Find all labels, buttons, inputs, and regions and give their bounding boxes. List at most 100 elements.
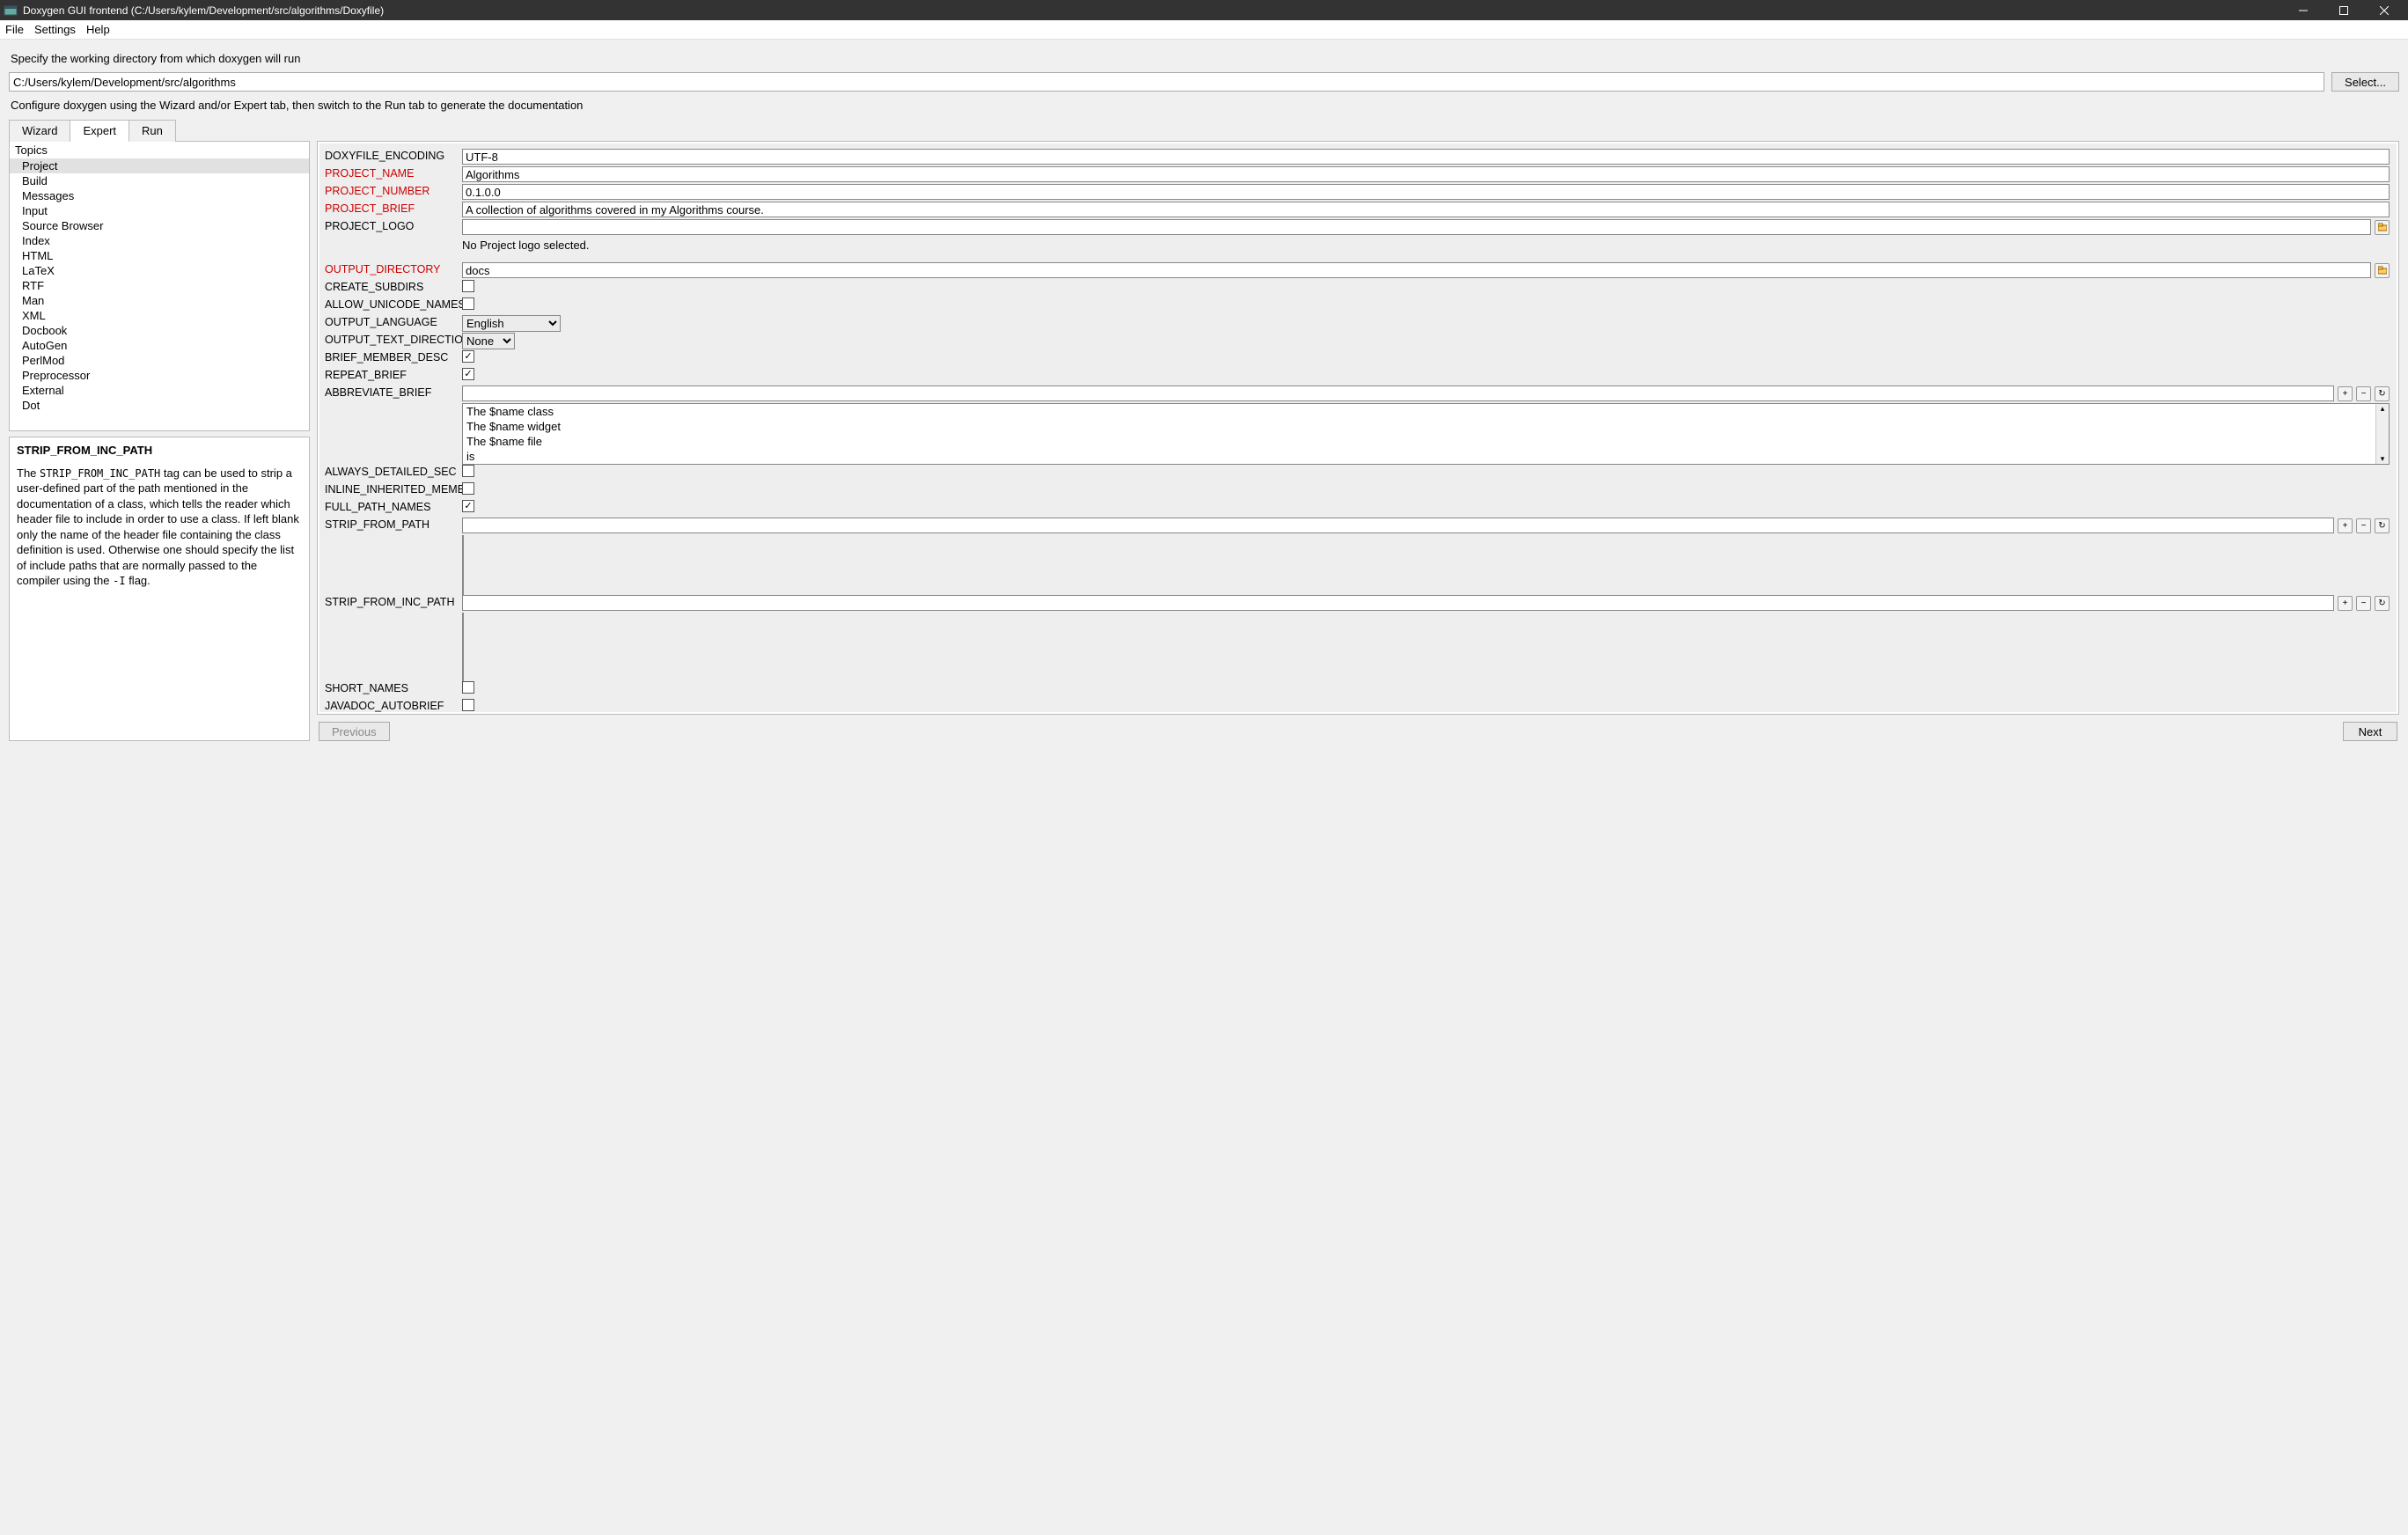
topics-item-latex[interactable]: LaTeX bbox=[10, 263, 309, 278]
minimize-button[interactable] bbox=[2283, 0, 2324, 20]
label-project-brief: PROJECT_BRIEF bbox=[325, 202, 462, 215]
topics-header: Topics bbox=[10, 142, 309, 158]
checkbox-full-path-names[interactable] bbox=[462, 500, 474, 512]
add-strip-path-button[interactable]: + bbox=[2338, 518, 2353, 533]
refresh-strip-inc-button[interactable]: ↻ bbox=[2375, 596, 2390, 611]
add-abbreviate-button[interactable]: + bbox=[2338, 386, 2353, 401]
topics-item-build[interactable]: Build bbox=[10, 173, 309, 188]
listbox-scrollbar[interactable]: ▴▾ bbox=[2375, 404, 2389, 464]
topics-item-xml[interactable]: XML bbox=[10, 308, 309, 323]
checkbox-repeat-brief[interactable] bbox=[462, 368, 474, 380]
label-project-logo: PROJECT_LOGO bbox=[325, 219, 462, 232]
select-output-text-direction[interactable]: None bbox=[462, 333, 515, 349]
checkbox-brief-member-desc[interactable] bbox=[462, 350, 474, 363]
previous-button[interactable]: Previous bbox=[319, 722, 390, 741]
tab-expert[interactable]: Expert bbox=[70, 120, 129, 142]
input-strip-from-path[interactable] bbox=[462, 518, 2334, 533]
input-project-brief[interactable] bbox=[462, 202, 2390, 217]
label-repeat-brief: REPEAT_BRIEF bbox=[325, 368, 462, 381]
tab-wizard[interactable]: Wizard bbox=[9, 120, 70, 142]
listbox-strip-from-path[interactable] bbox=[462, 535, 464, 595]
refresh-strip-path-button[interactable]: ↻ bbox=[2375, 518, 2390, 533]
label-strip-from-path: STRIP_FROM_PATH bbox=[325, 518, 462, 531]
label-abbreviate-brief: ABBREVIATE_BRIEF bbox=[325, 386, 462, 399]
input-project-logo[interactable] bbox=[462, 219, 2371, 235]
list-item[interactable]: The $name widget bbox=[463, 419, 2389, 434]
input-strip-from-inc-path[interactable] bbox=[462, 595, 2334, 611]
workdir-input[interactable] bbox=[9, 72, 2324, 92]
topics-item-docbook[interactable]: Docbook bbox=[10, 323, 309, 338]
topics-item-autogen[interactable]: AutoGen bbox=[10, 338, 309, 353]
workdir-instruction: Specify the working directory from which… bbox=[11, 52, 2397, 65]
select-workdir-button[interactable]: Select... bbox=[2331, 72, 2399, 92]
menu-file[interactable]: File bbox=[5, 23, 24, 36]
app-icon bbox=[4, 4, 18, 18]
topics-item-preprocessor[interactable]: Preprocessor bbox=[10, 368, 309, 383]
label-inline-inherited-memb: INLINE_INHERITED_MEMB bbox=[325, 482, 462, 496]
label-short-names: SHORT_NAMES bbox=[325, 681, 462, 694]
listbox-abbreviate-brief[interactable]: The $name class The $name widget The $na… bbox=[462, 403, 2390, 465]
remove-strip-path-button[interactable]: − bbox=[2356, 518, 2371, 533]
browse-logo-button[interactable] bbox=[2375, 220, 2390, 235]
remove-abbreviate-button[interactable]: − bbox=[2356, 386, 2371, 401]
close-button[interactable] bbox=[2364, 0, 2404, 20]
checkbox-short-names[interactable] bbox=[462, 681, 474, 694]
topics-item-html[interactable]: HTML bbox=[10, 248, 309, 263]
window-titlebar: Doxygen GUI frontend (C:/Users/kylem/Dev… bbox=[0, 0, 2408, 20]
checkbox-create-subdirs[interactable] bbox=[462, 280, 474, 292]
tab-bar: Wizard Expert Run bbox=[9, 119, 2399, 141]
settings-panel: DOXYFILE_ENCODING PROJECT_NAME PROJECT_N… bbox=[317, 141, 2399, 715]
label-output-text-direction: OUTPUT_TEXT_DIRECTION bbox=[325, 333, 462, 346]
listbox-strip-from-inc-path[interactable] bbox=[462, 613, 464, 681]
topics-item-perlmod[interactable]: PerlMod bbox=[10, 353, 309, 368]
maximize-button[interactable] bbox=[2324, 0, 2364, 20]
input-project-name[interactable] bbox=[462, 166, 2390, 182]
checkbox-javadoc-autobrief[interactable] bbox=[462, 699, 474, 711]
next-button[interactable]: Next bbox=[2343, 722, 2397, 741]
input-project-number[interactable] bbox=[462, 184, 2390, 200]
tab-run[interactable]: Run bbox=[129, 120, 176, 142]
topics-item-messages[interactable]: Messages bbox=[10, 188, 309, 203]
label-strip-from-inc-path: STRIP_FROM_INC_PATH bbox=[325, 595, 462, 608]
topics-item-index[interactable]: Index bbox=[10, 233, 309, 248]
add-strip-inc-button[interactable]: + bbox=[2338, 596, 2353, 611]
remove-strip-inc-button[interactable]: − bbox=[2356, 596, 2371, 611]
menu-help[interactable]: Help bbox=[86, 23, 110, 36]
topics-item-rtf[interactable]: RTF bbox=[10, 278, 309, 293]
list-item[interactable]: The $name class bbox=[463, 404, 2389, 419]
topics-item-man[interactable]: Man bbox=[10, 293, 309, 308]
browse-output-button[interactable] bbox=[2375, 263, 2390, 278]
label-always-detailed-sec: ALWAYS_DETAILED_SEC bbox=[325, 465, 462, 478]
topics-item-input[interactable]: Input bbox=[10, 203, 309, 218]
topics-panel: Topics ProjectBuildMessagesInputSource B… bbox=[9, 141, 310, 431]
help-body: The STRIP_FROM_INC_PATH tag can be used … bbox=[17, 466, 302, 589]
checkbox-inline-inherited-memb[interactable] bbox=[462, 482, 474, 495]
help-title: STRIP_FROM_INC_PATH bbox=[17, 443, 302, 459]
label-project-name: PROJECT_NAME bbox=[325, 166, 462, 180]
input-abbreviate-brief[interactable] bbox=[462, 386, 2334, 401]
input-doxyfile-encoding[interactable] bbox=[462, 149, 2390, 165]
label-output-directory: OUTPUT_DIRECTORY bbox=[325, 262, 462, 275]
checkbox-allow-unicode-names[interactable] bbox=[462, 297, 474, 310]
list-item[interactable]: The $name file bbox=[463, 434, 2389, 449]
select-output-language[interactable]: English bbox=[462, 315, 561, 332]
label-output-language: OUTPUT_LANGUAGE bbox=[325, 315, 462, 328]
window-title: Doxygen GUI frontend (C:/Users/kylem/Dev… bbox=[23, 4, 2283, 17]
topics-item-external[interactable]: External bbox=[10, 383, 309, 398]
menu-settings[interactable]: Settings bbox=[34, 23, 76, 36]
config-instruction: Configure doxygen using the Wizard and/o… bbox=[11, 99, 2397, 112]
label-allow-unicode-names: ALLOW_UNICODE_NAMES bbox=[325, 297, 462, 311]
topics-item-source-browser[interactable]: Source Browser bbox=[10, 218, 309, 233]
input-output-directory[interactable] bbox=[462, 262, 2371, 278]
topics-item-dot[interactable]: Dot bbox=[10, 398, 309, 413]
label-project-number: PROJECT_NUMBER bbox=[325, 184, 462, 197]
label-full-path-names: FULL_PATH_NAMES bbox=[325, 500, 462, 513]
list-item[interactable]: is bbox=[463, 449, 2389, 464]
refresh-abbreviate-button[interactable]: ↻ bbox=[2375, 386, 2390, 401]
topics-item-project[interactable]: Project bbox=[10, 158, 309, 173]
label-brief-member-desc: BRIEF_MEMBER_DESC bbox=[325, 350, 462, 364]
label-javadoc-autobrief: JAVADOC_AUTOBRIEF bbox=[325, 699, 462, 712]
help-panel: STRIP_FROM_INC_PATH The STRIP_FROM_INC_P… bbox=[9, 437, 310, 741]
checkbox-always-detailed-sec[interactable] bbox=[462, 465, 474, 477]
label-doxyfile-encoding: DOXYFILE_ENCODING bbox=[325, 149, 462, 162]
